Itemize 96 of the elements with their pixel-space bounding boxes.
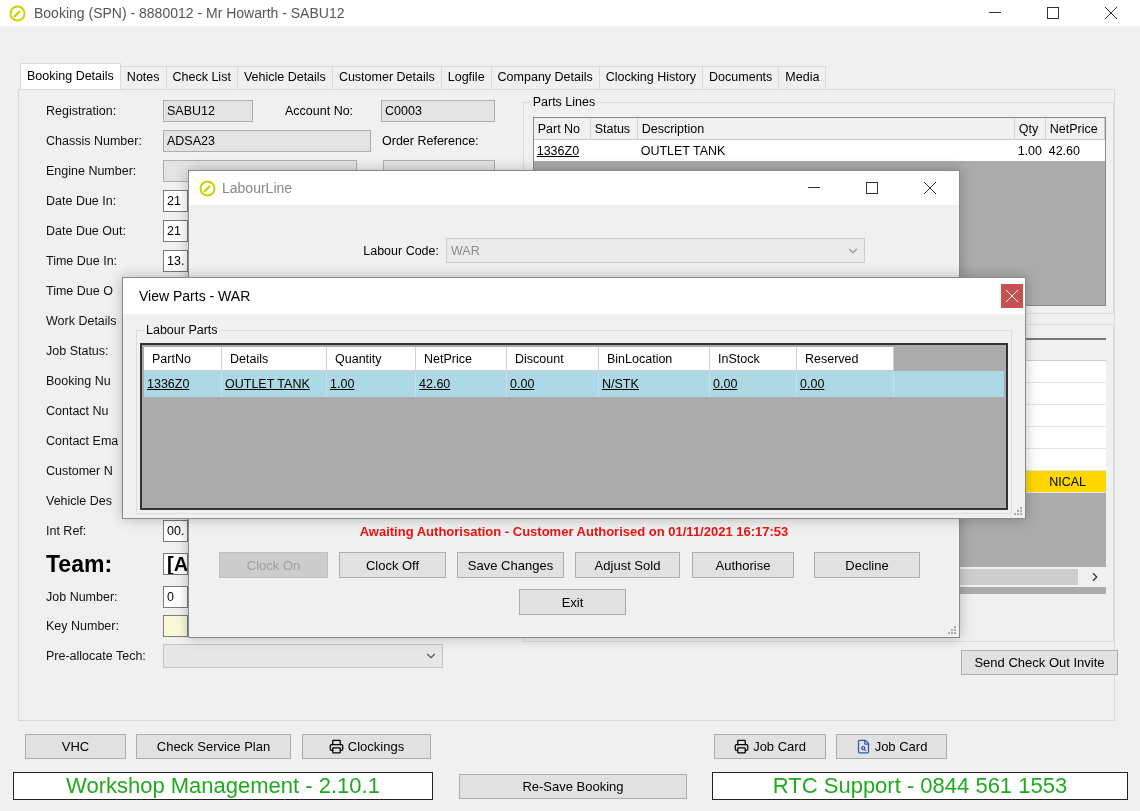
text-field[interactable]: 21 <box>163 190 188 212</box>
dialog-title: LabourLine <box>222 180 293 196</box>
field-label: Engine Number: <box>46 164 137 178</box>
field-label: Job Number: <box>46 589 118 604</box>
table-cell-text: 1.00 <box>1016 142 1044 160</box>
document-search-icon <box>855 739 871 754</box>
field-label: Pre-allocate Tech: <box>46 649 146 663</box>
column-header[interactable]: BinLocation <box>599 347 710 371</box>
text-field[interactable]: ADSA23 <box>163 130 371 152</box>
field-label: Registration: <box>46 104 117 118</box>
window-title: Booking (SPN) - 8880012 - Mr Howarth - SABU12 <box>34 5 345 21</box>
table-cell: 1336Z0 <box>144 371 222 397</box>
pencil-circle-icon <box>9 4 26 22</box>
toolbar-button[interactable]: Clockings <box>302 734 431 759</box>
column-header[interactable]: InStock <box>710 347 797 371</box>
text-field[interactable]: C0003 <box>381 100 495 122</box>
column-header[interactable]: Part No <box>533 118 591 140</box>
resave-button[interactable]: Re-Save Booking <box>459 773 687 799</box>
tab[interactable]: Booking Details <box>20 63 121 89</box>
text-field[interactable]: 13. <box>163 250 188 272</box>
text-field[interactable]: 00. <box>163 520 188 542</box>
field-label: Labour Code: <box>362 243 439 258</box>
column-header[interactable]: Details <box>222 347 327 371</box>
field-label: Int Ref: <box>46 524 87 538</box>
minimize-icon[interactable] <box>808 187 820 189</box>
column-header[interactable]: NetPrice <box>1045 118 1105 140</box>
close-icon[interactable] <box>1105 7 1117 19</box>
field-label: Team: <box>46 550 114 578</box>
table-cell-text: OUTLET TANK <box>639 142 727 160</box>
column-header[interactable]: Description <box>637 118 1015 140</box>
table-cell: 0.00 <box>797 371 894 397</box>
field-label: Time Due O <box>46 284 113 298</box>
field-label: Date Due Out: <box>46 224 126 238</box>
toolbar-button[interactable]: Job Card <box>836 734 947 759</box>
field-label: Contact Nu <box>46 404 109 418</box>
field-label: Customer N <box>46 464 113 478</box>
column-header[interactable]: Reserved <box>797 347 894 371</box>
send-invite-button[interactable]: Send Check Out Invite <box>961 650 1118 675</box>
status-message: Awaiting Authorisation - Customer Authorised on 01/11/2021 16:17:53 <box>359 524 789 539</box>
version-label: Workshop Management - 2.10.1 <box>13 772 433 800</box>
table-cell: OUTLET TANK <box>222 371 327 397</box>
resize-grip-icon[interactable] <box>1013 506 1022 515</box>
dialog-button[interactable]: Authorise <box>692 552 794 578</box>
toolbar-button[interactable]: Check Service Plan <box>136 734 291 759</box>
text-field[interactable]: 0 <box>163 585 188 608</box>
field-label: Key Number: <box>46 618 119 633</box>
field-label: Chassis Number: <box>46 134 142 148</box>
text-field[interactable]: SABU12 <box>163 100 253 122</box>
column-header[interactable]: NetPrice <box>416 347 507 371</box>
close-icon[interactable] <box>924 182 936 194</box>
dialog-button[interactable]: Save Changes <box>457 552 564 578</box>
column-header[interactable]: PartNo <box>144 347 222 371</box>
close-button[interactable] <box>1001 284 1023 308</box>
column-header[interactable]: Status <box>590 118 638 140</box>
table-cell: 1.00 <box>327 371 416 397</box>
tab[interactable]: Media <box>778 66 827 89</box>
group-title: Parts Lines <box>530 95 598 109</box>
field-label: Booking Nu <box>46 374 111 388</box>
table-cell: 0.00 <box>710 371 797 397</box>
dialog-button[interactable]: Decline <box>814 552 920 578</box>
field-label: Account No: <box>285 104 355 118</box>
minimize-icon[interactable] <box>989 12 1001 14</box>
dialog-title: View Parts - WAR <box>139 288 251 304</box>
part-link[interactable]: 1336Z0 <box>533 140 591 161</box>
table-cell: 0.00 <box>507 371 599 397</box>
field-label: Vehicle Des <box>46 494 112 508</box>
dialog-button[interactable]: Clock Off <box>339 552 446 578</box>
field-label: Contact Ema <box>46 434 119 448</box>
field-label: Order Reference: <box>382 134 480 148</box>
text-field[interactable]: [A <box>163 553 188 575</box>
printer-icon <box>734 739 750 754</box>
field-label: Date Due In: <box>46 194 117 208</box>
table-cell: NICAL <box>1049 474 1086 489</box>
table-row[interactable]: 1336Z0 OUTLET TANK 1.00 42.60 0.00 N/STK 0.00 0.00 <box>144 371 1004 397</box>
toolbar-button[interactable]: VHC <box>25 734 126 759</box>
exit-button[interactable]: Exit <box>519 589 626 615</box>
maximize-icon[interactable] <box>1047 7 1059 19</box>
column-header[interactable]: Quantity <box>327 347 416 371</box>
maximize-icon[interactable] <box>866 182 878 194</box>
field-label: Job Status: <box>46 344 109 358</box>
text-field[interactable] <box>163 614 188 637</box>
field-label: Work Details <box>46 314 117 328</box>
pencil-circle-icon <box>199 179 216 197</box>
table-cell-text: 42.60 <box>1047 142 1081 160</box>
column-header[interactable]: Qty <box>1014 118 1046 140</box>
printer-icon <box>328 739 344 754</box>
text-field[interactable]: 21 <box>163 220 188 242</box>
support-label: RTC Support - 0844 561 1553 <box>712 772 1128 800</box>
toolbar-button[interactable]: Job Card <box>714 734 826 759</box>
resize-grip-icon[interactable] <box>947 625 956 634</box>
group-title: Labour Parts <box>144 323 220 337</box>
field-label: Time Due In: <box>46 254 118 268</box>
dialog-button[interactable]: Adjust Sold <box>575 552 680 578</box>
table-cell: N/STK <box>599 371 710 397</box>
table-cell: 42.60 <box>416 371 507 397</box>
column-header[interactable]: Discount <box>507 347 599 371</box>
